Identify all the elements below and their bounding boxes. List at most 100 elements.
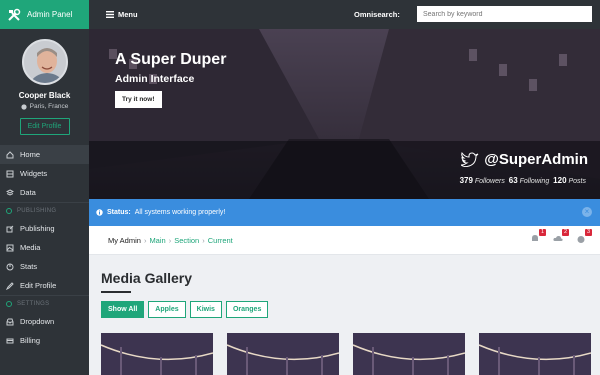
avatar[interactable] [21, 39, 68, 85]
profile-name: Cooper Black [18, 91, 71, 100]
sidebar-section-label: SETTINGS [17, 301, 50, 307]
notification-badge: 1 [538, 229, 546, 236]
following-label: Following [519, 178, 550, 185]
filter-apples[interactable]: Apples [148, 301, 186, 318]
profile-location-text: Paris, France [29, 103, 69, 110]
title-underline [101, 291, 131, 293]
sidebar-item-edit-profile[interactable]: Edit Profile [0, 276, 89, 295]
hero-title: A Super Duper [115, 51, 227, 68]
sidebar-section-label: PUBLISHING [17, 208, 57, 214]
info-icon [96, 209, 103, 216]
billing-icon [6, 337, 14, 345]
image-icon [6, 244, 14, 252]
sidebar-item-label: Publishing [20, 224, 55, 233]
widgets-icon [6, 170, 14, 178]
sidebar-section-publishing: PUBLISHING [0, 202, 89, 219]
close-icon[interactable]: × [582, 207, 592, 217]
alert-title: Status: [107, 209, 131, 216]
sidebar-item-label: Data [20, 188, 36, 197]
gallery-thumbnail[interactable] [227, 333, 339, 375]
breadcrumb-separator: › [202, 235, 205, 245]
pencil-icon [6, 281, 14, 290]
profile-card: Cooper Black Paris, France Edit Profile [0, 29, 89, 145]
top-bar: Menu Omnisearch: [89, 0, 600, 29]
breadcrumb-item-current[interactable]: Current [208, 236, 233, 245]
edit-profile-button[interactable]: Edit Profile [19, 118, 70, 135]
followers-label: Followers [474, 178, 505, 185]
sidebar-item-media[interactable]: Media [0, 238, 89, 257]
bridge-image [479, 333, 591, 375]
posts-count: 120 [553, 176, 567, 185]
menu-label: Menu [118, 10, 138, 19]
sidebar-item-label: Widgets [20, 169, 48, 178]
alert-message: All systems working properly! [134, 209, 226, 216]
status-alert: Status: All systems working properly! × [89, 199, 600, 226]
page-title: Media Gallery [101, 270, 193, 286]
avatar-image [23, 41, 66, 83]
filter-oranges[interactable]: Oranges [225, 301, 269, 318]
sidebar-nav-publishing: Publishing Media Stats Edit Profile [0, 219, 89, 295]
breadcrumb-root[interactable]: My Admin [108, 236, 141, 245]
notification-cloud[interactable]: 2 [553, 229, 569, 248]
search-input[interactable] [417, 6, 592, 22]
data-icon [6, 188, 14, 197]
home-icon [6, 150, 14, 159]
gallery-thumbnail[interactable] [101, 333, 213, 375]
hero-banner: A Super Duper Admin Interface Try it now… [89, 29, 600, 199]
filter-show-all[interactable]: Show All [101, 301, 145, 318]
sidebar-item-data[interactable]: Data [0, 183, 89, 202]
tools-icon [8, 8, 21, 21]
bridge-image [353, 333, 465, 375]
notification-badge: 3 [584, 229, 592, 236]
sidebar-item-home[interactable]: Home [0, 145, 89, 164]
brand-bar[interactable]: Admin Panel [0, 0, 89, 29]
sidebar-section-settings: SETTINGS [0, 295, 89, 312]
twitter-stats: 379 Followers 63 Following 120 Posts [460, 176, 588, 185]
hamburger-icon [106, 11, 114, 18]
section-dot-icon [6, 208, 12, 214]
sidebar-item-label: Billing [20, 336, 41, 345]
breadcrumb-item-section[interactable]: Section [174, 236, 199, 245]
breadcrumb-item-main[interactable]: Main [149, 236, 165, 245]
twitter-icon [461, 152, 479, 167]
try-it-button[interactable]: Try it now! [115, 91, 162, 108]
sidebar-item-publishing[interactable]: Publishing [0, 219, 89, 238]
filter-kiwis[interactable]: Kiwis [189, 301, 222, 318]
sidebar-item-label: Media [20, 243, 41, 252]
gallery-thumbnail[interactable] [479, 333, 591, 375]
profile-location: Paris, France [0, 103, 89, 110]
followers-count: 379 [459, 176, 473, 185]
sidebar-item-billing[interactable]: Billing [0, 331, 89, 350]
inbox-icon [6, 318, 14, 326]
notification-globe[interactable]: 3 [576, 229, 592, 248]
section-dot-icon [6, 301, 12, 307]
omnisearch-label: Omnisearch: [354, 10, 400, 19]
breadcrumb-separator: › [168, 235, 172, 245]
hero-subtitle: Admin Interface [115, 73, 195, 85]
gallery-filters: Show All Apples Kiwis Oranges [101, 301, 269, 318]
sidebar-item-label: Stats [20, 262, 38, 271]
sidebar-nav-settings: Dropdown Billing [0, 312, 89, 350]
sidebar: Admin Panel Cooper Black Paris, France E… [0, 0, 89, 375]
sidebar-item-stats[interactable]: Stats [0, 257, 89, 276]
twitter-handle-text: @SuperAdmin [484, 151, 588, 168]
menu-button[interactable]: Menu [89, 10, 138, 19]
twitter-handle[interactable]: @SuperAdmin [461, 151, 588, 168]
breadcrumb: My Admin › Main › Section › Current 1 2 … [89, 226, 600, 255]
sidebar-item-dropdown[interactable]: Dropdown [0, 312, 89, 331]
stats-icon [6, 263, 14, 271]
hero-overlay [89, 141, 600, 199]
sidebar-nav-main: Home Widgets Data [0, 145, 89, 202]
bridge-image [101, 333, 213, 375]
notification-badge: 2 [561, 229, 569, 236]
sidebar-item-label: Home [20, 150, 41, 159]
gallery-thumbnail[interactable] [353, 333, 465, 375]
sidebar-item-widgets[interactable]: Widgets [0, 164, 89, 183]
sidebar-item-label: Dropdown [20, 317, 55, 326]
bridge-image [227, 333, 339, 375]
posts-label: Posts [568, 178, 586, 185]
brand-title: Admin Panel [27, 10, 73, 19]
edit-icon [6, 225, 14, 233]
notification-bell[interactable]: 1 [530, 229, 546, 248]
following-count: 63 [508, 176, 518, 185]
